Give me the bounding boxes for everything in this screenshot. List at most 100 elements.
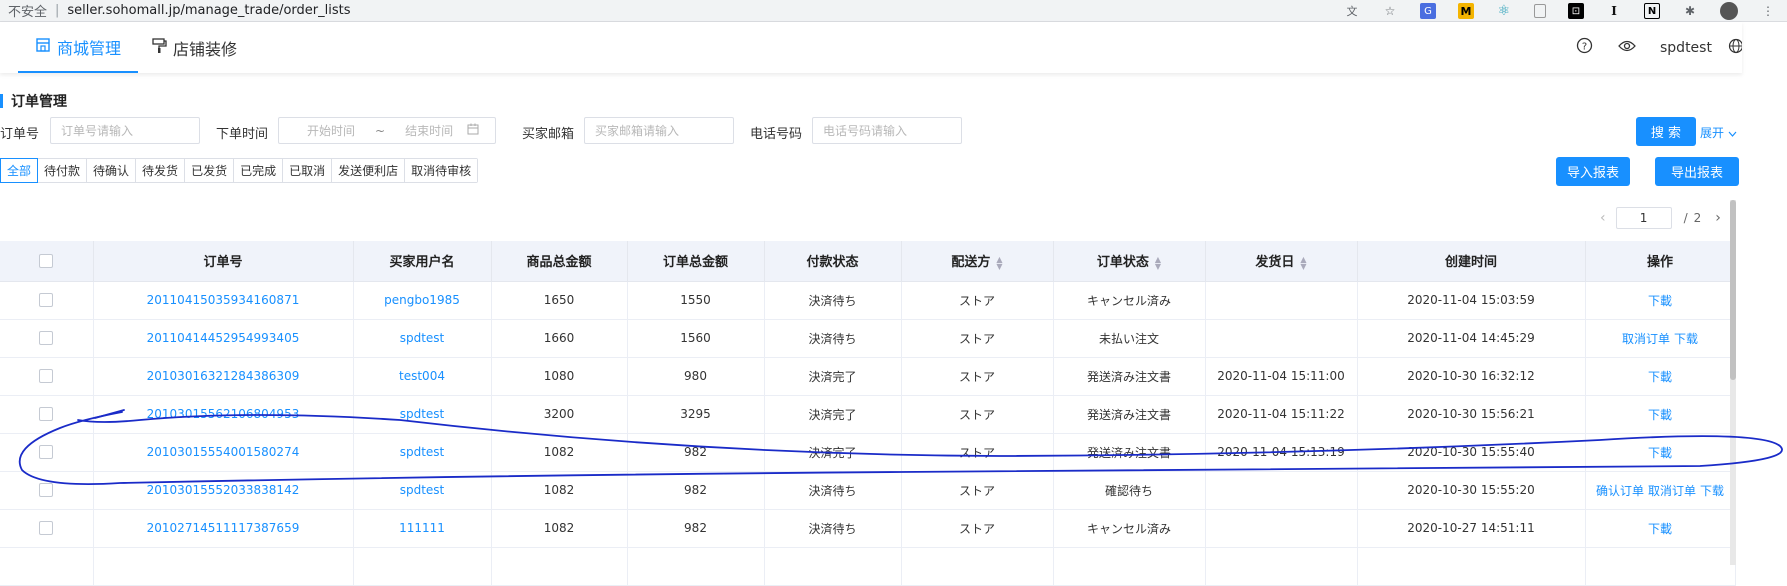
table-row[interactable]: 20110415035934160871 pengbo1985 1650 1550 決済… bbox=[0, 281, 1736, 320]
table-row[interactable]: 20103015554001580274 spdtest 1082 982 決済完了 スト… bbox=[0, 433, 1736, 472]
row-action-link[interactable]: 下载 bbox=[1674, 332, 1698, 346]
puzzle-icon[interactable]: ✱ bbox=[1682, 3, 1698, 19]
notion-extension-icon[interactable]: N bbox=[1644, 3, 1660, 19]
url-text[interactable]: seller.sohomall.jp/manage_trade/order_li… bbox=[67, 3, 350, 18]
created-cell: 2020-11-04 15:03:59 bbox=[1357, 281, 1586, 320]
dark-extension-icon[interactable]: ⊡ bbox=[1568, 3, 1584, 19]
buyer-cell[interactable]: spdtest bbox=[353, 319, 492, 358]
eye-icon bbox=[1618, 38, 1636, 57]
page-input[interactable]: 1 bbox=[1615, 207, 1672, 229]
star-icon[interactable]: ☆ bbox=[1382, 3, 1398, 19]
status-tab-convenience-store[interactable]: 发送便利店 bbox=[332, 159, 406, 182]
i-extension-icon[interactable]: I bbox=[1606, 3, 1622, 19]
search-button[interactable]: 搜 索 bbox=[1636, 117, 1696, 146]
phone-input[interactable] bbox=[823, 123, 961, 138]
status-tab-shipped[interactable]: 已发货 bbox=[185, 159, 235, 182]
select-all-checkbox[interactable] bbox=[39, 253, 54, 268]
more-vertical-icon[interactable]: ⋮ bbox=[1760, 3, 1776, 19]
export-report-button[interactable]: 导出报表 bbox=[1655, 157, 1739, 186]
table-row[interactable]: 20103015562106804953 spdtest 3200 3295 決済完了ス… bbox=[0, 395, 1736, 434]
table-row[interactable]: 20103016321284386309 test004 1080 980 決済完了 スト… bbox=[0, 357, 1736, 396]
shipper-cell: ストア bbox=[901, 509, 1054, 548]
globe-icon bbox=[1728, 38, 1744, 58]
col-shipper[interactable]: 配送方 ▲ ▼ bbox=[901, 241, 1054, 282]
row-checkbox[interactable] bbox=[39, 407, 54, 422]
insecure-label[interactable]: 不安全 bbox=[8, 1, 47, 20]
user-menu[interactable]: spdtest bbox=[1660, 22, 1712, 73]
row-action-link[interactable]: 下載 bbox=[1648, 294, 1672, 308]
status-tab-pending-confirm[interactable]: 待确认 bbox=[87, 159, 137, 182]
row-action-link[interactable]: 下載 bbox=[1648, 522, 1672, 536]
translator-extension-icon[interactable]: G bbox=[1420, 3, 1436, 19]
table-row[interactable] bbox=[0, 547, 1736, 586]
language-button[interactable] bbox=[1728, 22, 1744, 73]
status-tab-cancelled[interactable]: 已取消 bbox=[283, 159, 333, 182]
status-tab-completed[interactable]: 已完成 bbox=[234, 159, 284, 182]
m-extension-icon[interactable]: M bbox=[1458, 3, 1474, 19]
row-action-link[interactable]: 下載 bbox=[1648, 408, 1672, 422]
buyer-cell[interactable]: test004 bbox=[353, 357, 492, 396]
status-tab-cancel-review[interactable]: 取消待审核 bbox=[405, 159, 478, 182]
row-action-link[interactable]: 取消订单 bbox=[1622, 332, 1670, 346]
profile-avatar-icon[interactable] bbox=[1720, 2, 1738, 20]
order-no-cell[interactable]: 20103015554001580274 bbox=[93, 433, 354, 472]
order-no-cell[interactable]: 20110414452954993405 bbox=[93, 319, 354, 358]
table-row[interactable]: 20103015552033838142 spdtest 1082 982 決済待ち スト… bbox=[0, 471, 1736, 510]
svg-text:?: ? bbox=[1582, 42, 1587, 53]
status-tab-pending-payment[interactable]: 待付款 bbox=[38, 159, 88, 182]
buyer-cell[interactable]: pengbo1985 bbox=[353, 281, 492, 320]
preview-button[interactable] bbox=[1618, 22, 1636, 73]
tab-mall-management[interactable]: 商城管理 bbox=[18, 22, 138, 73]
sort-icon[interactable]: ▲ ▼ bbox=[996, 255, 1002, 270]
start-date-input[interactable]: 开始时间 bbox=[307, 122, 355, 139]
scrollbar-thumb[interactable] bbox=[1730, 200, 1736, 380]
row-action-link[interactable]: 取消订单 bbox=[1648, 484, 1696, 498]
row-action-link[interactable]: 下載 bbox=[1648, 446, 1672, 460]
document-extension-icon[interactable] bbox=[1534, 4, 1546, 18]
end-date-input[interactable]: 结束时间 bbox=[405, 122, 453, 139]
react-devtools-icon[interactable]: ⚛ bbox=[1496, 3, 1512, 19]
row-checkbox[interactable] bbox=[39, 483, 54, 498]
buyer-cell[interactable]: spdtest bbox=[353, 471, 492, 510]
tab-shop-decoration[interactable]: 店铺装修 bbox=[152, 22, 237, 73]
table-row[interactable]: 20102714511117387659 111111 1082 982 決済待ち ストア… bbox=[0, 509, 1736, 548]
order-date-range[interactable]: 开始时间 ~ 结束时间 bbox=[278, 117, 496, 144]
goods-total-cell: 3200 bbox=[491, 395, 628, 434]
order-no-cell[interactable]: 20103015562106804953 bbox=[93, 395, 354, 434]
status-tab-all[interactable]: 全部 bbox=[0, 158, 39, 183]
status-tab-pending-shipment[interactable]: 待发货 bbox=[136, 159, 186, 182]
help-button[interactable]: ? bbox=[1576, 22, 1593, 73]
sort-icon[interactable]: ▲ ▼ bbox=[1155, 255, 1161, 270]
order-no-cell[interactable]: 20110415035934160871 bbox=[93, 281, 354, 320]
col-order-status[interactable]: 订单状态 ▲ ▼ bbox=[1053, 241, 1206, 282]
prev-page-icon[interactable]: ‹ bbox=[1600, 210, 1606, 226]
import-report-button[interactable]: 导入报表 bbox=[1556, 157, 1630, 186]
order-no-cell[interactable]: 20102714511117387659 bbox=[93, 509, 354, 548]
row-checkbox[interactable] bbox=[39, 293, 54, 308]
table-scrollbar[interactable] bbox=[1730, 200, 1736, 565]
table-row[interactable]: 20110414452954993405 spdtest 1660 1560 決済待ちス… bbox=[0, 319, 1736, 358]
buyer-email-input[interactable] bbox=[595, 123, 733, 138]
goods-total-cell: 1080 bbox=[491, 357, 628, 396]
order-no-cell[interactable]: 20103015552033838142 bbox=[93, 471, 354, 510]
row-checkbox[interactable] bbox=[39, 521, 54, 536]
expand-filters-link[interactable]: 展开 bbox=[1700, 124, 1737, 141]
cut-off-cell bbox=[353, 547, 492, 586]
orders-table: 订单号 买家用户名 商品总金额 订单总金额 付款状态 配送方 ▲ ▼ 订单状态 ▲ ▼ … bbox=[0, 241, 1736, 586]
row-action-link[interactable]: 下載 bbox=[1648, 370, 1672, 384]
row-action-link[interactable]: 确认订单 bbox=[1596, 484, 1644, 498]
order-no-input[interactable] bbox=[61, 123, 199, 138]
translate-icon[interactable]: 文 bbox=[1344, 3, 1360, 19]
next-page-icon[interactable]: › bbox=[1715, 210, 1721, 226]
row-action-link[interactable]: 下载 bbox=[1700, 484, 1724, 498]
col-ship-date[interactable]: 发货日 ▲ ▼ bbox=[1205, 241, 1358, 282]
sort-icon[interactable]: ▲ ▼ bbox=[1300, 255, 1306, 270]
row-checkbox[interactable] bbox=[39, 369, 54, 384]
browser-address-bar[interactable]: 不安全 | seller.sohomall.jp/manage_trade/or… bbox=[0, 0, 1787, 22]
row-checkbox[interactable] bbox=[39, 445, 54, 460]
buyer-cell[interactable]: spdtest bbox=[353, 395, 492, 434]
buyer-cell[interactable]: spdtest bbox=[353, 433, 492, 472]
row-checkbox[interactable] bbox=[39, 331, 54, 346]
order-no-cell[interactable]: 20103016321284386309 bbox=[93, 357, 354, 396]
buyer-cell[interactable]: 111111 bbox=[353, 509, 492, 548]
